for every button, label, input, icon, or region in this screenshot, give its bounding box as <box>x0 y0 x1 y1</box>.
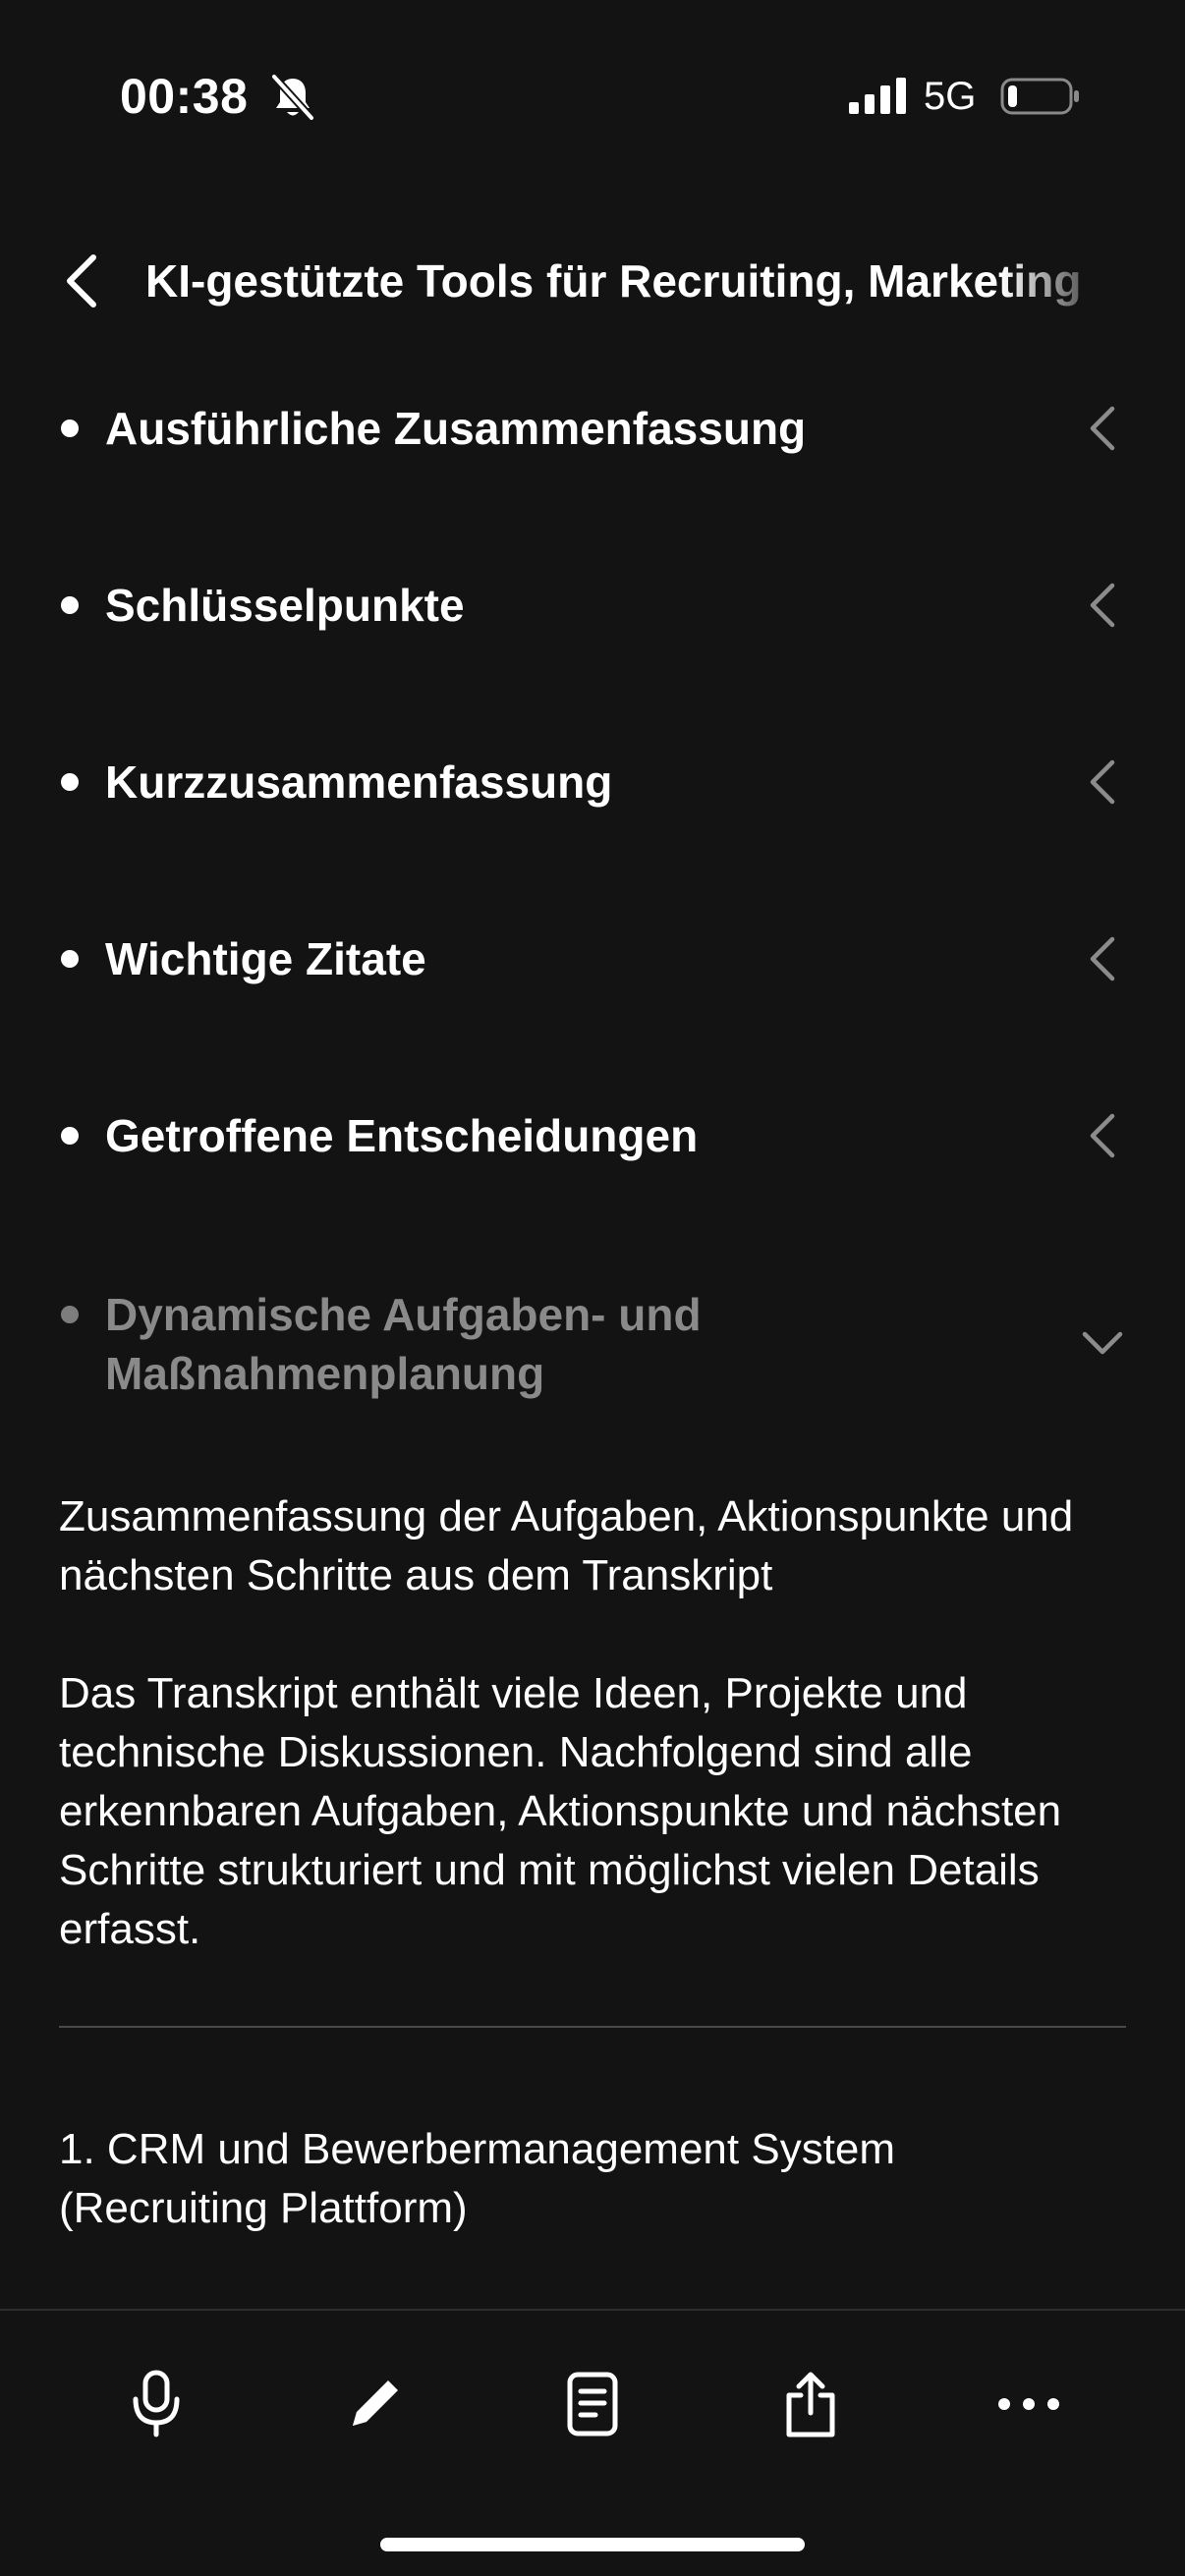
section-item-important-quotes[interactable]: Wichtige Zitate <box>0 929 1185 988</box>
notes-button[interactable] <box>548 2360 637 2448</box>
back-button[interactable] <box>51 244 110 318</box>
edit-button[interactable] <box>330 2360 419 2448</box>
chevron-left-icon <box>1090 583 1115 628</box>
bullet <box>61 1306 79 1323</box>
document-icon <box>567 2372 618 2436</box>
cellular-signal-icon <box>849 78 906 114</box>
status-time: 00:38 <box>120 69 249 124</box>
intro-text: Zusammenfassung der Aufgaben, Aktionspun… <box>59 1492 1074 1599</box>
section-item-decisions[interactable]: Getroffene Entscheidungen <box>0 1106 1185 1165</box>
chevron-down-icon <box>1082 1331 1123 1355</box>
section-item-short-summary[interactable]: Kurzzusammenfassung <box>0 753 1185 812</box>
chevron-left-icon <box>1090 1113 1115 1158</box>
share-button[interactable] <box>766 2360 855 2448</box>
section-item-detailed-summary[interactable]: Ausführliche Zusammenfassung <box>0 399 1185 458</box>
section-label: Wichtige Zitate <box>105 933 426 984</box>
section-label: Dynamische Aufgaben- und Maßnahmenplanun… <box>105 1289 702 1399</box>
section-item-task-planning[interactable]: Dynamische Aufgaben- und Maßnahmenplanun… <box>0 1285 1185 1403</box>
status-bar: 00:38 5G <box>0 0 1185 196</box>
section-label: Ausführliche Zusammenfassung <box>105 403 807 454</box>
chevron-left-icon <box>1090 406 1115 451</box>
section-label: Schlüsselpunkte <box>105 580 465 631</box>
header: KI-gestützte Tools für Recruiting, Marke… <box>0 226 1185 334</box>
page-title: KI-gestützte Tools für Recruiting, Marke… <box>145 255 1082 307</box>
chevron-left-icon <box>1090 936 1115 981</box>
bullet <box>61 950 79 968</box>
bottom-toolbar <box>0 2311 1185 2497</box>
bell-slash-icon <box>270 73 315 122</box>
bullet <box>61 420 79 437</box>
share-icon <box>786 2372 835 2437</box>
home-indicator <box>380 2538 805 2551</box>
divider <box>59 2026 1126 2028</box>
chevron-left-icon <box>67 254 96 308</box>
network-label: 5G <box>924 75 977 118</box>
pencil-icon <box>353 2380 398 2426</box>
description-text: Das Transkript enthält viele Ideen, Proj… <box>59 1669 1062 1953</box>
battery-low-icon <box>1000 78 1079 115</box>
section-label: Getroffene Entscheidungen <box>105 1110 699 1161</box>
record-button[interactable] <box>112 2360 200 2448</box>
microphone-icon <box>133 2370 180 2437</box>
section-label: Kurzzusammenfassung <box>105 756 613 808</box>
section-heading: 1. CRM und Bewerbermanagement System (Re… <box>59 2125 896 2232</box>
more-icon <box>998 2398 1059 2410</box>
chevron-left-icon <box>1090 759 1115 805</box>
bullet <box>61 1127 79 1145</box>
section-item-key-points[interactable]: Schlüsselpunkte <box>0 576 1185 635</box>
bullet <box>61 773 79 791</box>
bullet <box>61 596 79 614</box>
more-button[interactable] <box>985 2360 1073 2448</box>
